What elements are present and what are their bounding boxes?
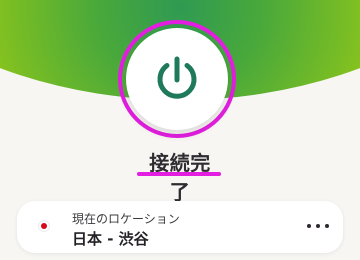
more-options-button[interactable] (307, 218, 329, 234)
current-location-value: 日本 - 渋谷 (72, 230, 149, 248)
more-options-icon (316, 224, 320, 228)
power-button[interactable] (126, 28, 228, 130)
location-card[interactable]: 現在のロケーション 日本 - 渋谷 (17, 201, 343, 253)
japan-flag-icon (38, 220, 50, 232)
more-options-icon (325, 224, 329, 228)
status-highlight-underline (137, 172, 221, 176)
power-icon (157, 56, 197, 99)
connection-status: 接続完了 (149, 151, 211, 204)
more-options-icon (307, 224, 311, 228)
vpn-screen: 接続完了 現在のロケーション 日本 - 渋谷 (0, 0, 360, 260)
current-location-label: 現在のロケーション (72, 212, 180, 226)
